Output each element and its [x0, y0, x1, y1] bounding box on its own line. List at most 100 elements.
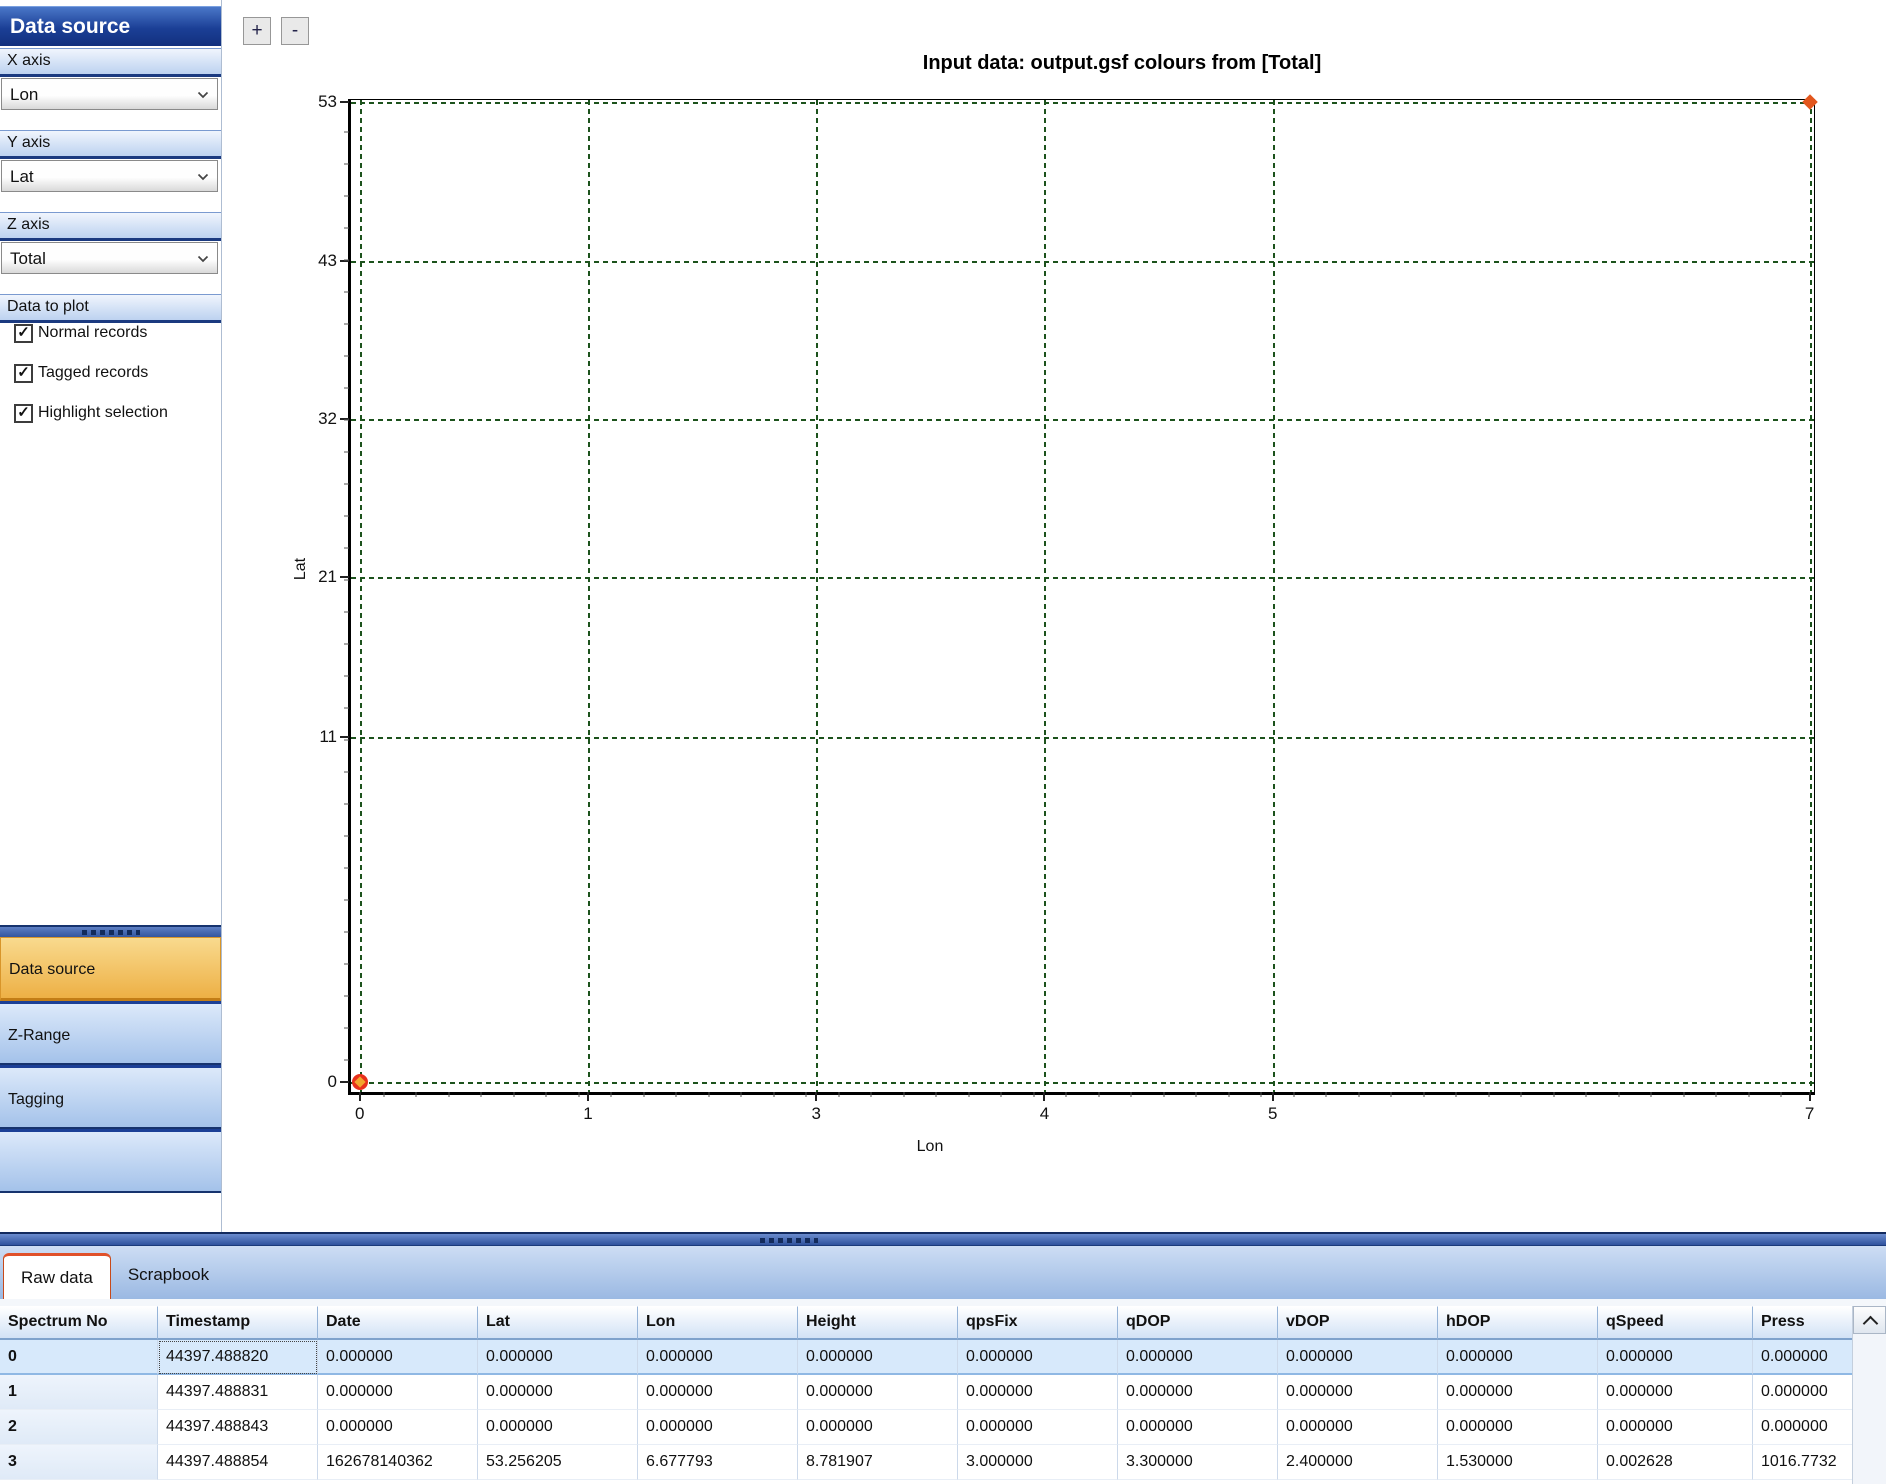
table-cell[interactable]: 0.002628 [1598, 1445, 1753, 1480]
x-major-tick [359, 1092, 361, 1101]
scroll-up-button[interactable] [1853, 1306, 1886, 1334]
table-cell[interactable]: 3 [0, 1445, 158, 1480]
table-cell[interactable]: 0.000000 [318, 1375, 478, 1410]
accordion-item-data-source[interactable]: Data source [0, 937, 221, 1001]
checkbox-row[interactable]: ✓Tagged records [14, 362, 221, 384]
table-cell[interactable]: 0.000000 [638, 1340, 798, 1375]
table-cell[interactable]: 0.000000 [318, 1410, 478, 1445]
table-cell[interactable]: 0.000000 [1118, 1375, 1278, 1410]
y-minor-tick [344, 228, 349, 229]
table-cell[interactable]: 0.000000 [1438, 1340, 1598, 1375]
axis-dropdown[interactable]: Lon [1, 78, 218, 110]
y-minor-tick [344, 900, 349, 901]
table-cell[interactable]: 2.400000 [1278, 1445, 1438, 1480]
table-cell[interactable]: 6.677793 [638, 1445, 798, 1480]
table-cell[interactable]: 0.000000 [318, 1340, 478, 1375]
table-cell[interactable]: 0.000000 [1118, 1340, 1278, 1375]
table-cell[interactable]: 44397.488843 [158, 1410, 318, 1445]
axis-dropdown[interactable]: Total [1, 242, 218, 274]
checkbox[interactable]: ✓ [14, 324, 33, 343]
column-header[interactable]: qDOP [1118, 1306, 1278, 1340]
table-row[interactable]: 344397.48885416267814036253.2562056.6777… [0, 1445, 1886, 1480]
table-cell[interactable]: 0 [0, 1340, 158, 1375]
y-minor-tick [344, 1060, 349, 1061]
table-cell[interactable]: 0.000000 [1438, 1410, 1598, 1445]
table-cell[interactable]: 0.000000 [1118, 1410, 1278, 1445]
table-cell[interactable]: 0.000000 [1438, 1375, 1598, 1410]
y-minor-tick [344, 836, 349, 837]
column-header[interactable]: Date [318, 1306, 478, 1340]
column-header[interactable]: vDOP [1278, 1306, 1438, 1340]
zoom-in-button[interactable]: + [243, 17, 271, 45]
column-header[interactable]: qSpeed [1598, 1306, 1753, 1340]
vertical-scrollbar[interactable] [1852, 1306, 1886, 1484]
zoom-out-button[interactable]: - [281, 17, 309, 45]
checkbox-row[interactable]: ✓Normal records [14, 322, 221, 344]
x-minor-tick [1098, 1092, 1099, 1097]
table-cell[interactable]: 0.000000 [798, 1410, 958, 1445]
sidebar-splitter[interactable] [0, 925, 221, 937]
x-minor-tick [936, 1092, 937, 1097]
y-minor-tick [344, 196, 349, 197]
table-cell[interactable]: 8.781907 [798, 1445, 958, 1480]
table-cell[interactable]: 0.000000 [478, 1340, 638, 1375]
checkbox[interactable]: ✓ [14, 404, 33, 423]
table-cell[interactable]: 44397.488831 [158, 1375, 318, 1410]
table-cell[interactable]: 0.000000 [638, 1375, 798, 1410]
table-row[interactable]: 244397.4888430.0000000.0000000.0000000.0… [0, 1410, 1886, 1445]
table-cell[interactable]: 0.000000 [798, 1375, 958, 1410]
x-minor-tick [1521, 1092, 1522, 1097]
data-point[interactable] [352, 1074, 368, 1090]
x-minor-tick [1391, 1092, 1392, 1097]
table-cell[interactable]: 2 [0, 1410, 158, 1445]
table-cell[interactable]: 0.000000 [638, 1410, 798, 1445]
data-point[interactable] [1802, 94, 1818, 110]
table-cell[interactable]: 0.000000 [958, 1375, 1118, 1410]
column-header[interactable]: Height [798, 1306, 958, 1340]
column-header[interactable]: qpsFix [958, 1306, 1118, 1340]
x-minor-tick [1456, 1092, 1457, 1097]
accordion-item-z-range[interactable]: Z-Range [0, 1001, 221, 1065]
column-header[interactable]: Spectrum No [0, 1306, 158, 1340]
table-cell[interactable]: 0.000000 [1278, 1375, 1438, 1410]
checkbox-row[interactable]: ✓Highlight selection [14, 402, 221, 424]
table-cell[interactable]: 0.000000 [958, 1340, 1118, 1375]
x-minor-tick [871, 1092, 872, 1097]
table-cell[interactable]: 0.000000 [478, 1375, 638, 1410]
horizontal-splitter[interactable] [0, 1232, 1886, 1246]
column-header[interactable]: Lat [478, 1306, 638, 1340]
accordion-item-tagging[interactable]: Tagging [0, 1065, 221, 1129]
table-cell[interactable]: 0.000000 [1598, 1340, 1753, 1375]
y-minor-tick [344, 356, 349, 357]
table-cell[interactable]: 0.000000 [1598, 1410, 1753, 1445]
table-cell[interactable]: 162678140362 [318, 1445, 478, 1480]
table-cell[interactable]: 0.000000 [798, 1340, 958, 1375]
axis-dropdown[interactable]: Lat [1, 160, 218, 192]
x-minor-tick [1163, 1092, 1164, 1097]
checkbox[interactable]: ✓ [14, 364, 33, 383]
table-row[interactable]: 044397.4888200.0000000.0000000.0000000.0… [0, 1340, 1886, 1375]
table-row[interactable]: 144397.4888310.0000000.0000000.0000000.0… [0, 1375, 1886, 1410]
table-cell[interactable]: 1 [0, 1375, 158, 1410]
column-header[interactable]: Timestamp [158, 1306, 318, 1340]
table-cell[interactable]: 44397.488854 [158, 1445, 318, 1480]
x-minor-tick [1066, 1092, 1067, 1097]
table-cell[interactable]: 44397.488820 [158, 1340, 318, 1375]
table-cell[interactable]: 1.530000 [1438, 1445, 1598, 1480]
dropdown-value: Lon [10, 85, 38, 104]
table-cell[interactable]: 53.256205 [478, 1445, 638, 1480]
table-cell[interactable]: 0.000000 [1598, 1375, 1753, 1410]
tab-raw-data[interactable]: Raw data [3, 1253, 111, 1299]
table-cell[interactable]: 0.000000 [478, 1410, 638, 1445]
column-header[interactable]: hDOP [1438, 1306, 1598, 1340]
plot-area[interactable]: 01345753433221110 [348, 99, 1815, 1095]
table-cell[interactable]: 0.000000 [1278, 1340, 1438, 1375]
table-cell[interactable]: 3.000000 [958, 1445, 1118, 1480]
chevron-down-icon [197, 255, 209, 263]
section-header: Y axis [0, 130, 221, 159]
table-cell[interactable]: 3.300000 [1118, 1445, 1278, 1480]
table-cell[interactable]: 0.000000 [958, 1410, 1118, 1445]
column-header[interactable]: Lon [638, 1306, 798, 1340]
tab-scrapbook[interactable]: Scrapbook [111, 1253, 226, 1299]
table-cell[interactable]: 0.000000 [1278, 1410, 1438, 1445]
